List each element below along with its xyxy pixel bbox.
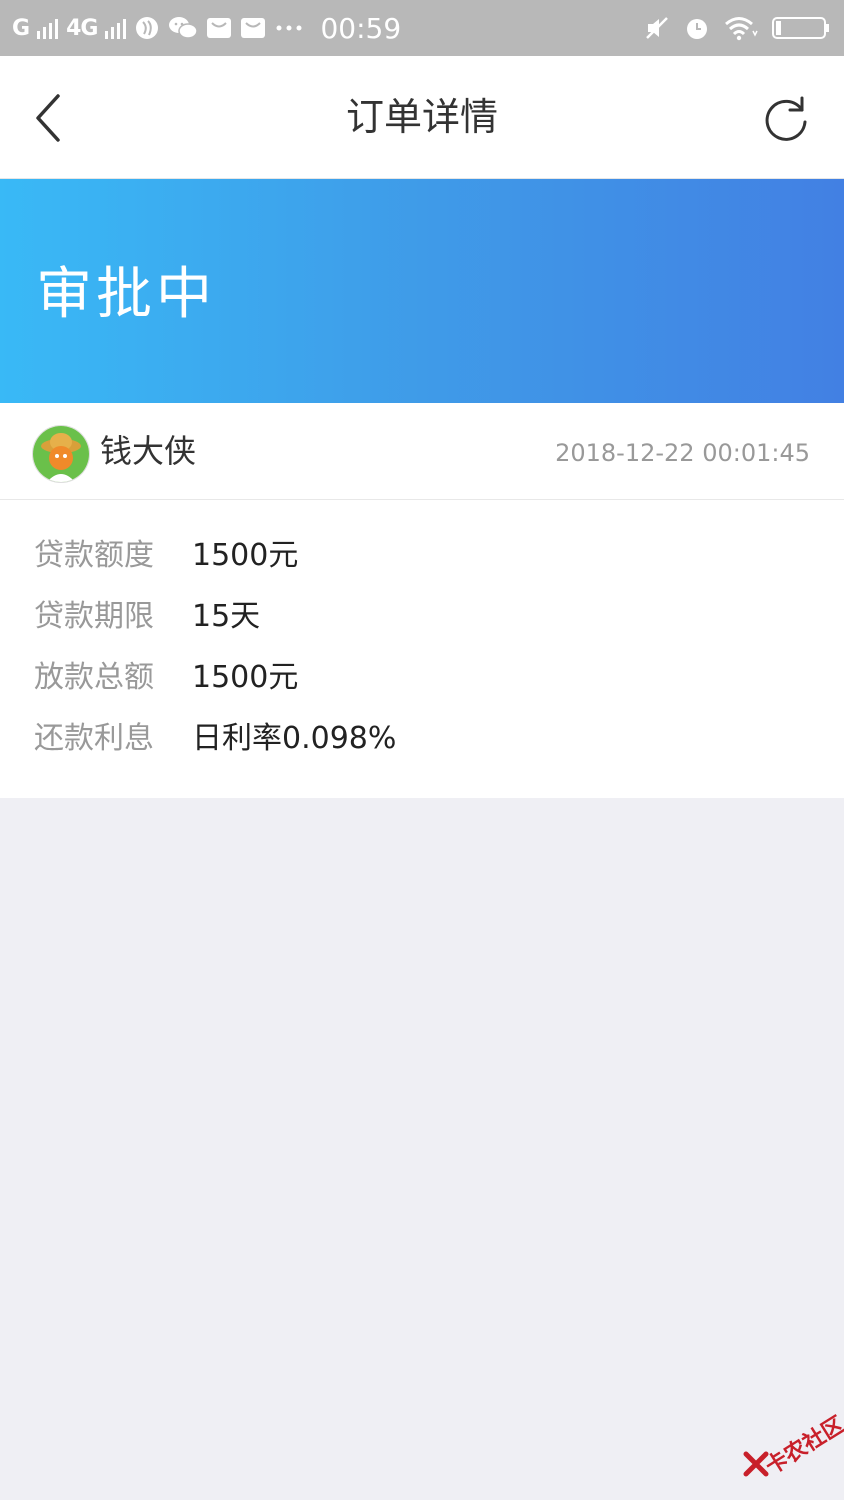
watermark-text: 卡农社区 xyxy=(761,1412,844,1481)
signal-bars-icon xyxy=(37,17,59,39)
detail-value: 1500元 xyxy=(192,538,299,573)
order-datetime: 2018-12-22 00:01:45 xyxy=(555,439,810,467)
status-bar-right xyxy=(644,0,830,56)
avatar xyxy=(32,425,90,483)
mail-icon xyxy=(207,18,232,38)
merchant-name: 钱大侠 xyxy=(100,432,197,470)
detail-label: 贷款额度 xyxy=(34,538,154,573)
detail-row-interest: 还款利息 日利率0.098% xyxy=(34,714,396,764)
wechat-icon xyxy=(169,17,199,39)
detail-value: 1500元 xyxy=(192,660,299,695)
detail-row-term: 贷款期限 15天 xyxy=(34,592,260,642)
watermark-logo: 卡农社区 xyxy=(742,1408,844,1481)
signal-bars-icon xyxy=(105,17,127,39)
alarm-icon xyxy=(687,19,707,39)
network-type-label-2: 4G xyxy=(66,15,98,41)
detail-label: 还款利息 xyxy=(34,721,154,756)
clock-time: 00:59 xyxy=(320,11,402,45)
order-status: 审批中 xyxy=(36,262,216,327)
status-bar: G 4G 00:59 xyxy=(0,0,844,56)
wifi-icon xyxy=(725,17,758,41)
loan-details: 贷款额度 1500元 贷款期限 15天 放款总额 1500元 还款利息 日利率0.098… xyxy=(0,500,844,798)
page-title: 订单详情 xyxy=(345,95,498,139)
detail-label: 贷款期限 xyxy=(34,599,154,634)
detail-label: 放款总额 xyxy=(34,660,154,695)
detail-row-amount: 贷款额度 1500元 xyxy=(34,531,298,581)
network-type-label: G xyxy=(12,15,30,41)
battery-icon xyxy=(772,17,829,39)
detail-value: 日利率0.098% xyxy=(192,721,397,756)
status-bar-left: G 4G 00:59 xyxy=(12,0,401,56)
nav-bar: 订单详情 xyxy=(0,56,844,179)
globe-app-icon xyxy=(136,17,159,39)
more-dots-icon xyxy=(276,25,302,31)
status-banner: 审批中 xyxy=(0,179,844,403)
merchant-logo-icon xyxy=(33,426,89,482)
mail-icon xyxy=(241,18,266,38)
detail-value: 15天 xyxy=(192,599,261,634)
mute-icon xyxy=(646,17,668,39)
refresh-icon[interactable] xyxy=(762,92,812,142)
merchant-row: 钱大侠 2018-12-22 00:01:45 xyxy=(0,403,844,500)
detail-row-disbursed: 放款总额 1500元 xyxy=(34,653,298,703)
